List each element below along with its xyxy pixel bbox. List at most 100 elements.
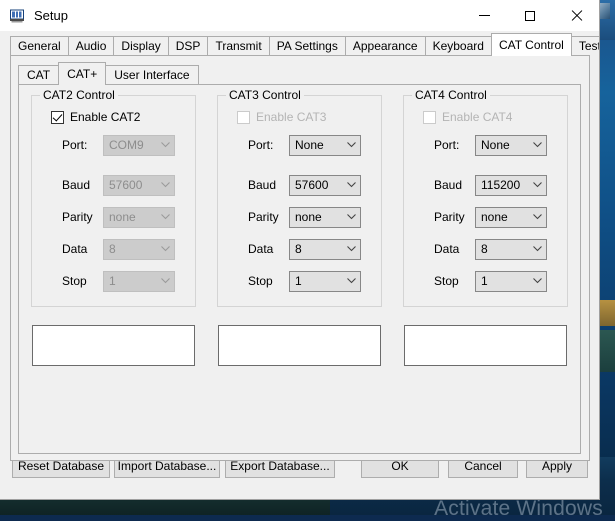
- cat4-stop-dropdown[interactable]: 1: [475, 271, 547, 292]
- cat-plus-panel: CAT2 Control Enable CAT2 Port: COM9: [18, 84, 581, 454]
- window-titlebar: Setup: [0, 0, 599, 31]
- cat2-stop-dropdown: 1: [103, 271, 175, 292]
- cat3-baud-value: 57600: [290, 178, 343, 192]
- cat3-stop-field: Stop 1: [237, 270, 381, 292]
- cat2-port-label: Port:: [51, 138, 103, 152]
- chevron-down-icon: [343, 214, 360, 220]
- tab-display[interactable]: Display: [113, 36, 168, 55]
- tab-audio[interactable]: Audio: [68, 36, 115, 55]
- cat4-baud-value: 115200: [476, 178, 529, 192]
- cat-control-panel: CAT CAT+ User Interface CAT2 Control Ena…: [10, 55, 590, 461]
- cat4-data-value: 8: [476, 242, 529, 256]
- cat3-parity-label: Parity: [237, 210, 289, 224]
- tab-tests[interactable]: Tests: [571, 36, 600, 55]
- close-icon: [571, 10, 582, 21]
- cat4-stop-label: Stop: [423, 274, 475, 288]
- chevron-down-icon: [157, 246, 174, 252]
- cat2-parity-label: Parity: [51, 210, 103, 224]
- cat3-parity-dropdown[interactable]: none: [289, 207, 361, 228]
- cat4-data-field: Data 8: [423, 238, 567, 260]
- cat4-data-label: Data: [423, 242, 475, 256]
- cat3-data-label: Data: [237, 242, 289, 256]
- transceiver-icon: [9, 8, 25, 24]
- cat2-data-value: 8: [104, 242, 157, 256]
- cat4-port-dropdown[interactable]: None: [475, 135, 547, 156]
- cat4-enable-row: Enable CAT4: [423, 110, 567, 124]
- cat3-enable-label: Enable CAT3: [256, 110, 326, 124]
- cat3-data-dropdown[interactable]: 8: [289, 239, 361, 260]
- cat3-baud-label: Baud: [237, 178, 289, 192]
- cat4-control-group: CAT4 Control Enable CAT4 Port: None: [403, 95, 568, 307]
- cat2-group-title: CAT2 Control: [40, 88, 118, 102]
- cat2-parity-value: none: [104, 210, 157, 224]
- subtab-cat-plus[interactable]: CAT+: [58, 62, 106, 85]
- subtab-cat[interactable]: CAT: [18, 65, 59, 84]
- cat2-data-dropdown: 8: [103, 239, 175, 260]
- cat3-port-value: None: [290, 138, 343, 152]
- tab-transmit[interactable]: Transmit: [207, 36, 269, 55]
- subtab-user-interface[interactable]: User Interface: [105, 65, 198, 84]
- cat4-baud-dropdown[interactable]: 115200: [475, 175, 547, 196]
- chevron-down-icon: [343, 246, 360, 252]
- cat-groups-row: CAT2 Control Enable CAT2 Port: COM9: [19, 85, 580, 307]
- cat2-stop-label: Stop: [51, 274, 103, 288]
- cat2-data-label: Data: [51, 242, 103, 256]
- window-controls: [461, 0, 599, 31]
- cat4-stop-value: 1: [476, 274, 529, 288]
- cat2-port-value: COM9: [104, 138, 157, 152]
- tab-keyboard[interactable]: Keyboard: [425, 36, 492, 55]
- tab-general[interactable]: General: [10, 36, 69, 55]
- sub-tab-strip: CAT CAT+ User Interface: [18, 61, 589, 84]
- window-title: Setup: [34, 8, 68, 23]
- cat3-baud-field: Baud 57600: [237, 174, 381, 196]
- cat3-port-field: Port: None: [237, 134, 381, 156]
- chevron-down-icon: [343, 142, 360, 148]
- close-button[interactable]: [553, 0, 599, 31]
- minimize-icon: [479, 15, 490, 16]
- cat3-control-group: CAT3 Control Enable CAT3 Port: None: [217, 95, 382, 307]
- cat4-parity-value: none: [476, 210, 529, 224]
- tab-dsp[interactable]: DSP: [168, 36, 209, 55]
- chevron-down-icon: [529, 182, 546, 188]
- cat2-data-field: Data 8: [51, 238, 195, 260]
- cat3-log-textbox[interactable]: [218, 325, 381, 366]
- minimize-button[interactable]: [461, 0, 507, 31]
- cat2-parity-field: Parity none: [51, 206, 195, 228]
- cat4-data-dropdown[interactable]: 8: [475, 239, 547, 260]
- cat4-parity-label: Parity: [423, 210, 475, 224]
- chevron-down-icon: [343, 182, 360, 188]
- chevron-down-icon: [157, 278, 174, 284]
- cat3-group-title: CAT3 Control: [226, 88, 304, 102]
- cat2-baud-value: 57600: [104, 178, 157, 192]
- main-tab-strip: General Audio Display DSP Transmit PA Se…: [10, 33, 599, 55]
- cat4-log-textbox[interactable]: [404, 325, 567, 366]
- tab-appearance[interactable]: Appearance: [345, 36, 426, 55]
- cat3-data-value: 8: [290, 242, 343, 256]
- tab-cat-control[interactable]: CAT Control: [491, 33, 572, 56]
- cat3-parity-value: none: [290, 210, 343, 224]
- setup-window: Setup General Audio Display DSP Transmit…: [0, 0, 600, 500]
- cat2-enable-row[interactable]: Enable CAT2: [51, 110, 195, 124]
- chevron-down-icon: [529, 246, 546, 252]
- cat2-log-textbox[interactable]: [32, 325, 195, 366]
- cat4-parity-dropdown[interactable]: none: [475, 207, 547, 228]
- cat3-port-dropdown[interactable]: None: [289, 135, 361, 156]
- cat3-parity-field: Parity none: [237, 206, 381, 228]
- cat4-baud-label: Baud: [423, 178, 475, 192]
- cat4-group-title: CAT4 Control: [412, 88, 490, 102]
- cat3-baud-dropdown[interactable]: 57600: [289, 175, 361, 196]
- cat3-stop-value: 1: [290, 274, 343, 288]
- log-textboxes-row: [19, 307, 580, 366]
- cat2-stop-value: 1: [104, 274, 157, 288]
- chevron-down-icon: [157, 182, 174, 188]
- tab-pa-settings[interactable]: PA Settings: [269, 36, 346, 55]
- chevron-down-icon: [529, 278, 546, 284]
- chevron-down-icon: [529, 214, 546, 220]
- cat3-stop-dropdown[interactable]: 1: [289, 271, 361, 292]
- maximize-button[interactable]: [507, 0, 553, 31]
- cat2-port-dropdown: COM9: [103, 135, 175, 156]
- cat2-enable-label: Enable CAT2: [70, 110, 140, 124]
- cat4-baud-field: Baud 115200: [423, 174, 567, 196]
- cat2-enable-checkbox[interactable]: [51, 111, 64, 124]
- cat2-stop-field: Stop 1: [51, 270, 195, 292]
